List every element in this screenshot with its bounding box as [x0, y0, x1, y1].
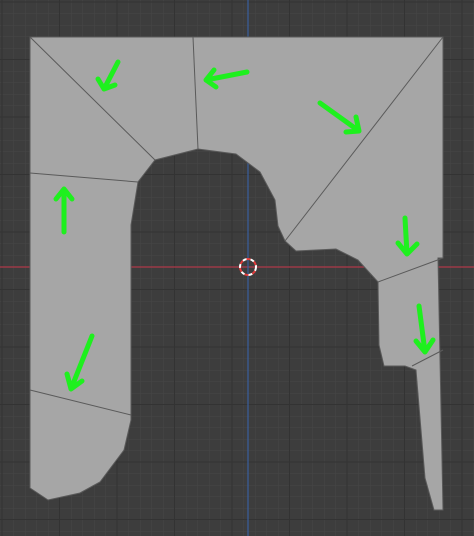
- 3d-viewport[interactable]: [0, 0, 474, 536]
- viewport-canvas[interactable]: [0, 0, 474, 536]
